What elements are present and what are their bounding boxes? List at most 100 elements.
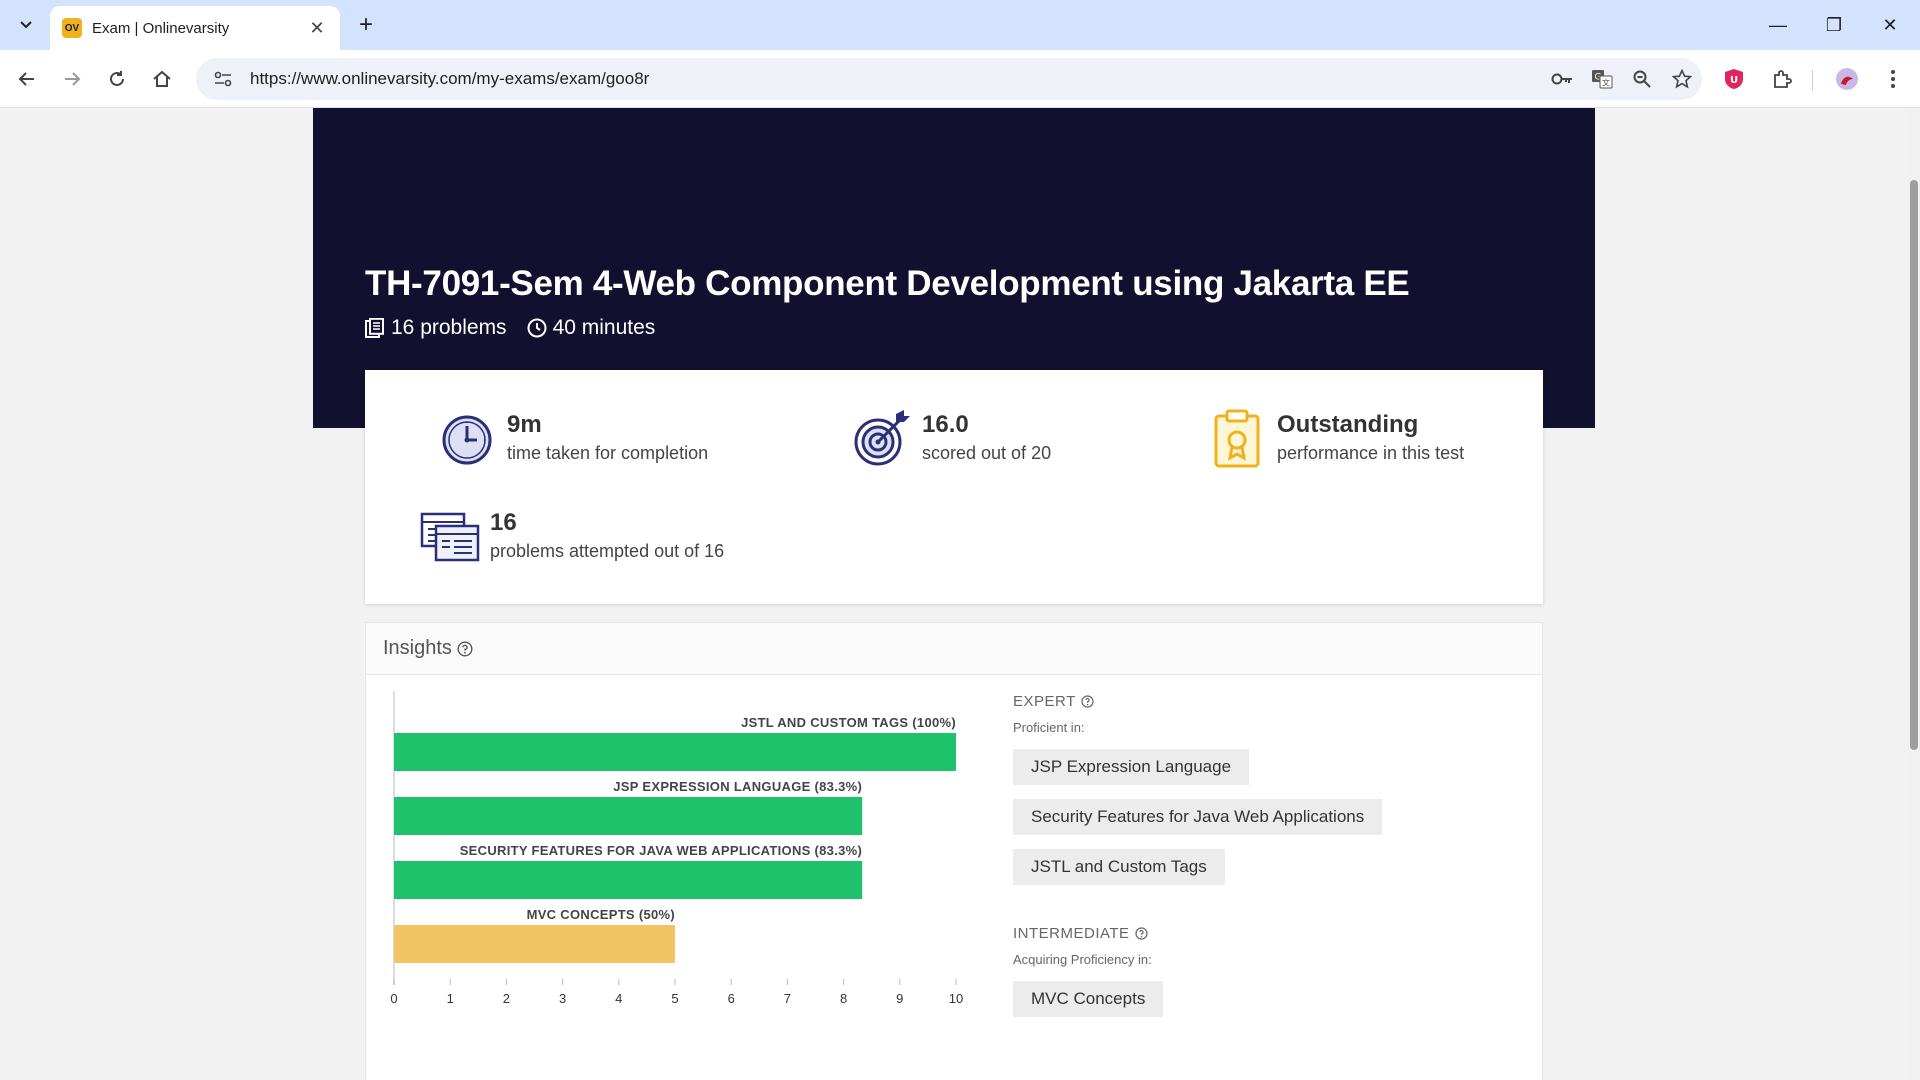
extensions-puzzle-icon[interactable]: [1765, 62, 1799, 96]
expert-chip-row: Security Features for Java Web Applicati…: [1013, 785, 1513, 835]
arrow-left-icon: [18, 72, 34, 86]
skill-chip: Security Features for Java Web Applicati…: [1013, 799, 1383, 835]
chart-bar: [394, 861, 863, 899]
chart-bar: [394, 733, 956, 771]
time-label: time taken for completion: [507, 443, 709, 463]
chart-x-tick-label: 10: [949, 991, 963, 1006]
chart-x-tick-label: 8: [840, 991, 847, 1006]
scrollbar-thumb[interactable]: [1910, 180, 1918, 750]
chart-bar-label: SECURITY FEATURES FOR JAVA WEB APPLICATI…: [460, 843, 862, 858]
stat-attempted: 16 problems attempted out of 16: [420, 506, 724, 566]
chrome-menu-icon[interactable]: [1876, 62, 1910, 96]
book-stack-icon: [365, 318, 384, 338]
expert-heading: EXPERT: [1013, 693, 1513, 710]
address-bar[interactable]: https://www.onlinevarsity.com/my-exams/e…: [196, 58, 1702, 100]
chart-x-tick-label: 9: [896, 991, 903, 1006]
time-value: 9m: [507, 411, 542, 438]
intermediate-heading: INTERMEDIATE: [1013, 925, 1513, 942]
profile-avatar[interactable]: [1830, 62, 1864, 96]
expert-chip-row: JSTL and Custom Tags: [1013, 835, 1513, 885]
clipboard-award-icon: [1207, 408, 1267, 468]
reload-icon: [110, 71, 124, 86]
page-scrollbar[interactable]: [1908, 108, 1920, 1080]
stat-performance: Outstanding performance in this test: [1207, 408, 1464, 468]
chart-x-tick-label: 3: [559, 991, 566, 1006]
skill-chip: JSP Expression Language: [1013, 749, 1250, 785]
attempted-label: problems attempted out of 16: [490, 541, 725, 561]
reload-button[interactable]: [100, 62, 134, 96]
restore-button[interactable]: ❐: [1806, 8, 1862, 42]
score-value: 16.0: [922, 411, 969, 438]
documents-list-icon: [420, 506, 480, 566]
tab-search-button[interactable]: [10, 10, 42, 40]
duration: 40 minutes: [527, 316, 656, 340]
forward-button[interactable]: [55, 62, 89, 96]
ublock-extension-icon[interactable]: U: [1717, 62, 1751, 96]
url-text[interactable]: https://www.onlinevarsity.com/my-exams/e…: [250, 69, 1542, 89]
stopwatch-icon: [437, 408, 497, 468]
exam-title: TH-7091-Sem 4-Web Component Development …: [365, 264, 1410, 303]
duration-label: 40 minutes: [552, 316, 656, 339]
insights-header: Insights: [366, 623, 1542, 675]
site-info-icon[interactable]: [210, 66, 236, 92]
help-icon[interactable]: [1134, 927, 1148, 940]
svg-text:U: U: [1730, 75, 1738, 86]
tab-close-icon[interactable]: ✕: [306, 18, 328, 39]
toolbar-divider: [1812, 70, 1813, 90]
tab-title: Exam | Onlinevarsity: [92, 19, 230, 37]
minimize-button[interactable]: —: [1750, 8, 1806, 42]
chevron-down-icon: [20, 21, 32, 29]
help-icon[interactable]: [457, 640, 473, 657]
translate-icon[interactable]: G文: [1582, 59, 1622, 99]
chart-x-tick-label: 4: [615, 991, 622, 1006]
chart-x-tick-label: 6: [728, 991, 735, 1006]
skill-levels: EXPERT Proficient in: JSP Expression Lan…: [1013, 693, 1513, 1017]
chart-x-tick-label: 1: [447, 991, 454, 1006]
close-window-button[interactable]: ✕: [1862, 8, 1918, 42]
attempted-value: 16: [490, 509, 517, 536]
chart-x-tick-label: 2: [503, 991, 510, 1006]
proficiency-bar-chart: JSTL AND CUSTOM TAGS (100%) JSP EXPRESSIO…: [366, 683, 986, 1023]
problems-label: 16 problems: [391, 316, 507, 339]
insights-title: Insights: [383, 637, 452, 659]
skill-chip: MVC Concepts: [1013, 981, 1164, 1017]
clock-icon: [527, 318, 547, 338]
bookmark-star-icon[interactable]: [1662, 59, 1702, 99]
arrow-right-icon: [65, 72, 81, 86]
intermediate-title: INTERMEDIATE: [1013, 925, 1130, 942]
chart-x-tick-label: 7: [784, 991, 791, 1006]
page-viewport: TH-7091-Sem 4-Web Component Development …: [0, 108, 1908, 1080]
intermediate-chip-row: MVC Concepts: [1013, 967, 1513, 1017]
target-dart-icon: [852, 408, 912, 468]
home-button[interactable]: [145, 62, 179, 96]
browser-tab-active[interactable]: OV Exam | Onlinevarsity ✕: [50, 6, 340, 50]
problems-count: 16 problems: [365, 316, 507, 340]
expert-subtitle: Proficient in:: [1013, 720, 1085, 735]
password-key-icon[interactable]: [1542, 59, 1582, 99]
results-summary-card: 9m time taken for completion 16.0 scored…: [365, 370, 1543, 604]
chart-x-tick-label: 5: [671, 991, 678, 1006]
skill-chip: JSTL and Custom Tags: [1013, 849, 1225, 885]
chart-bar-label: JSTL AND CUSTOM TAGS (100%): [741, 715, 956, 730]
home-icon: [153, 70, 171, 87]
intermediate-subtitle: Acquiring Proficiency in:: [1013, 952, 1152, 967]
chart-bar-label: JSP EXPRESSION LANGUAGE (83.3%): [613, 779, 862, 794]
svg-text:文: 文: [1602, 78, 1610, 88]
performance-value: Outstanding: [1277, 411, 1419, 438]
stat-score: 16.0 scored out of 20: [852, 408, 1051, 468]
zoom-icon[interactable]: [1622, 59, 1662, 99]
chart-bar: [394, 925, 675, 963]
performance-label: performance in this test: [1277, 443, 1465, 463]
score-label: scored out of 20: [922, 443, 1052, 463]
help-icon[interactable]: [1081, 695, 1094, 708]
chart-bar-label: MVC CONCEPTS (50%): [527, 907, 675, 922]
site-favicon: OV: [62, 18, 82, 38]
expert-title: EXPERT: [1013, 693, 1076, 710]
insights-panel: Insights JSTL AND CUSTOM TAGS (100%) JSP …: [365, 622, 1543, 1080]
chart-bar: [394, 797, 863, 835]
new-tab-button[interactable]: +: [350, 10, 382, 40]
expert-chip-row: JSP Expression Language: [1013, 735, 1513, 785]
chart-svg: JSTL AND CUSTOM TAGS (100%) JSP EXPRESSIO…: [390, 691, 963, 1006]
back-button[interactable]: [10, 62, 44, 96]
browser-tab-bar: OV Exam | Onlinevarsity ✕ + — ❐ ✕: [0, 0, 1920, 50]
